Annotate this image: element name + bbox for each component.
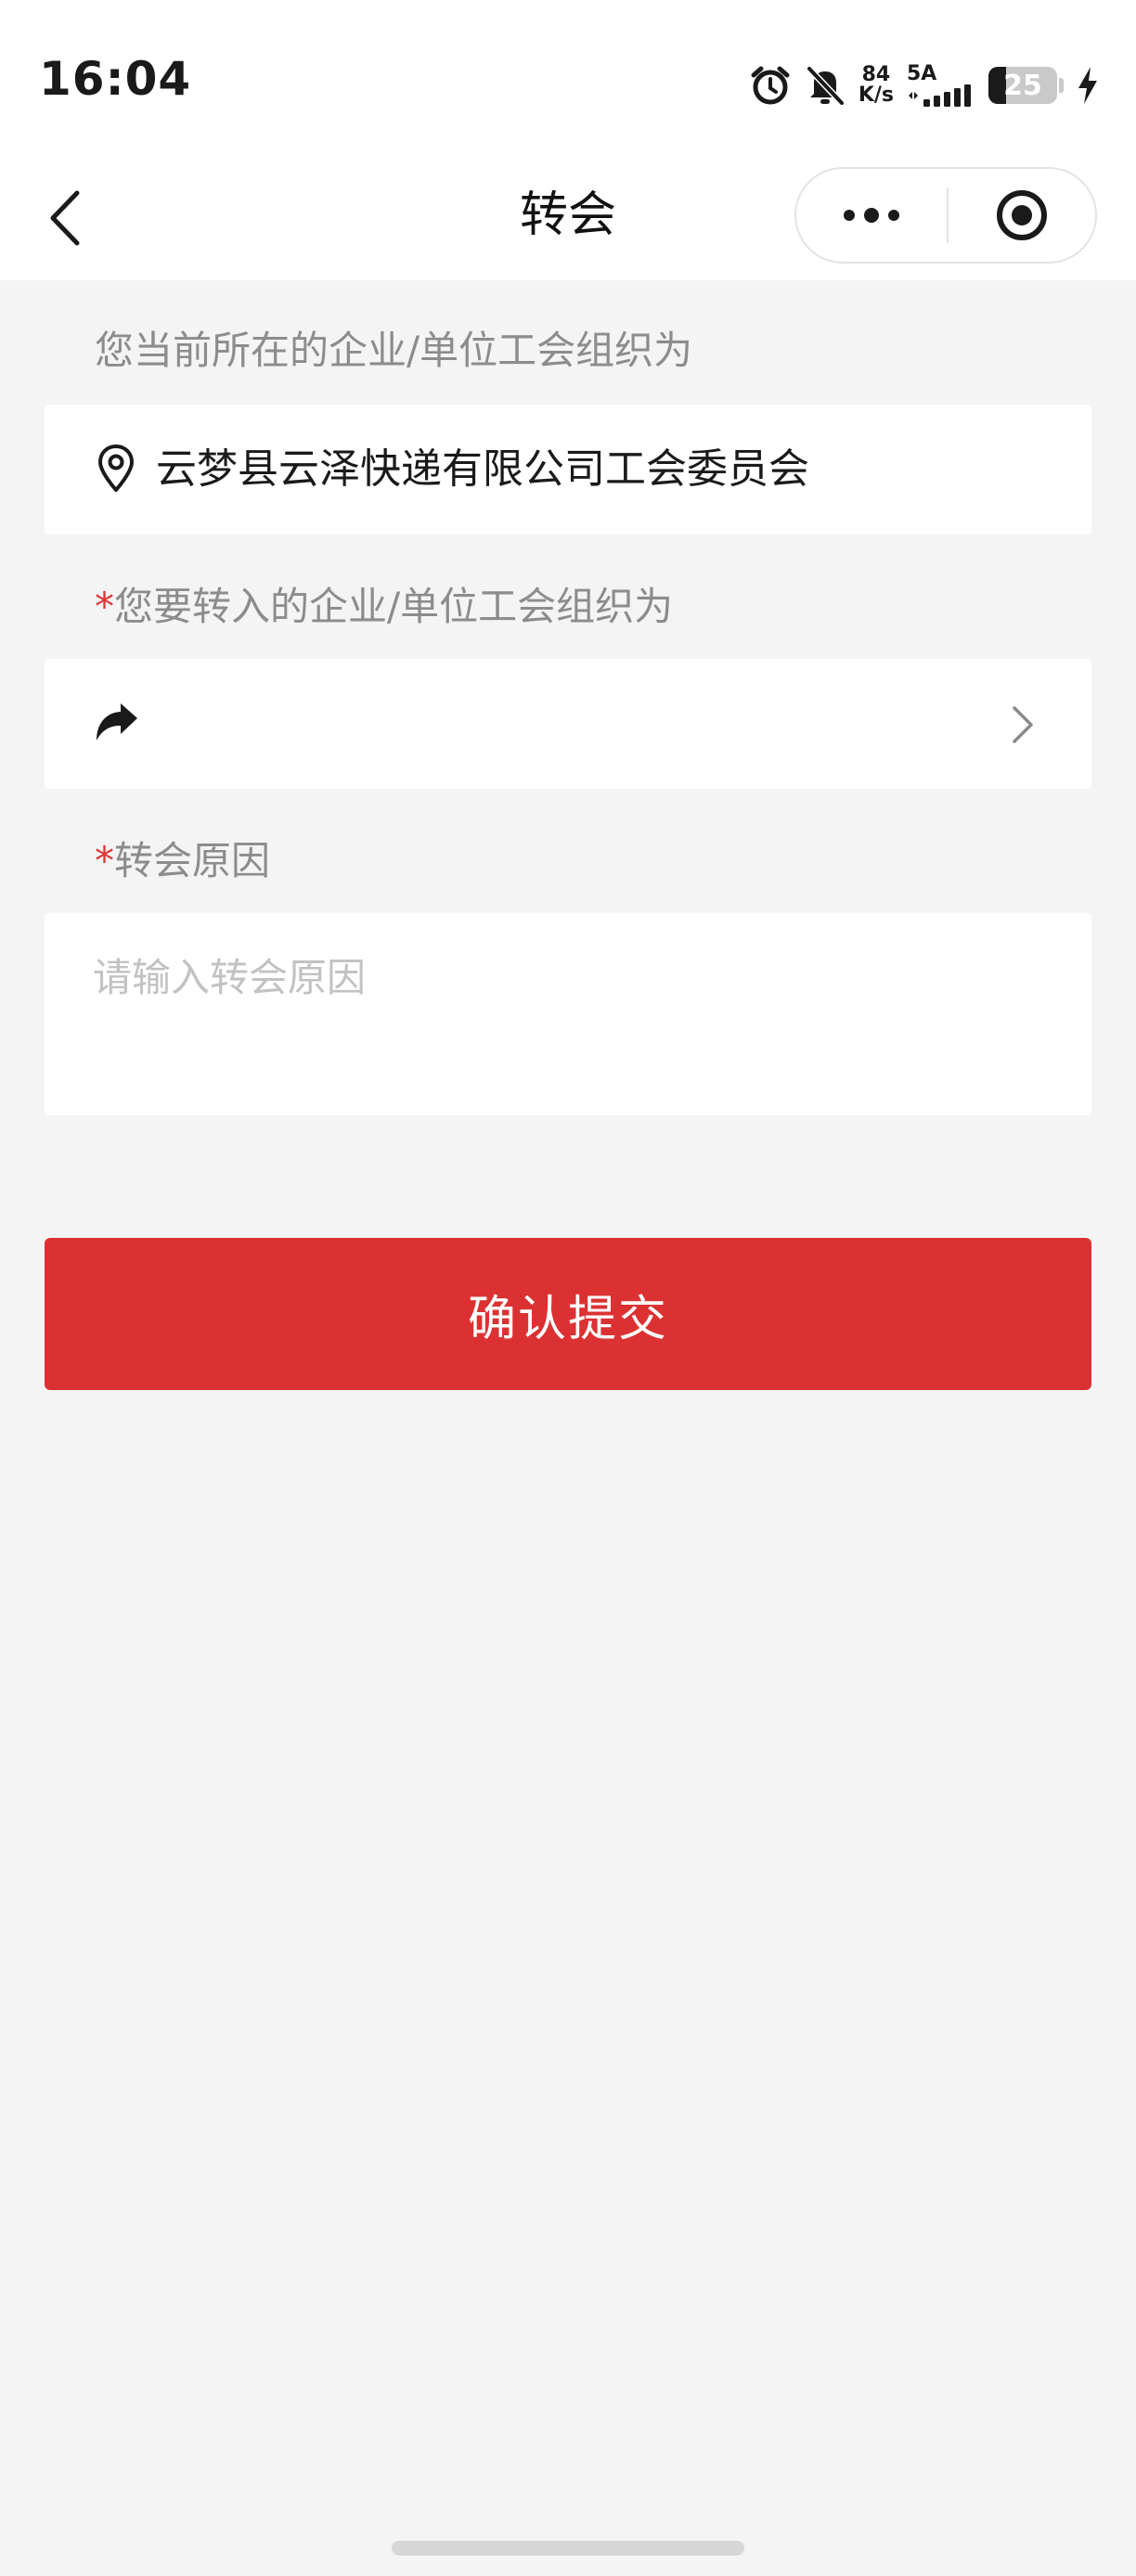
chevron-right-icon <box>1012 705 1034 748</box>
required-mark: * <box>95 838 114 883</box>
status-time: 16:04 <box>39 52 192 106</box>
home-indicator[interactable] <box>392 2541 744 2556</box>
target-org-selector[interactable] <box>45 659 1091 789</box>
network-speed-unit: K/s <box>858 84 894 107</box>
reason-label: *转会原因 <box>95 833 270 889</box>
more-button[interactable] <box>796 169 947 262</box>
required-mark: * <box>95 584 114 629</box>
close-miniprogram-button[interactable] <box>949 169 1095 262</box>
signal-bars-icon <box>909 84 971 107</box>
status-icons: 84 K/s 5A 25 <box>749 58 1099 113</box>
target-org-label-text: 您要转入的企业/单位工会组织为 <box>114 584 674 629</box>
submit-button[interactable]: 确认提交 <box>45 1238 1091 1390</box>
miniprogram-capsule <box>794 167 1097 264</box>
battery-indicator: 25 <box>988 67 1064 104</box>
nav-bar: 转会 <box>0 167 1136 280</box>
share-arrow-icon <box>95 703 139 742</box>
reason-textarea[interactable]: 请输入转会原因 <box>45 913 1091 1115</box>
target-close-icon <box>997 190 1047 240</box>
status-bar: 16:04 84 K/s 5A 25 <box>0 0 1136 167</box>
more-dots-icon <box>844 208 899 223</box>
current-org-card: 云梦县云泽快递有限公司工会委员会 <box>45 405 1091 535</box>
reason-placeholder: 请输入转会原因 <box>93 955 367 1000</box>
network-speed-value: 84 <box>861 63 891 86</box>
current-org-value: 云梦县云泽快递有限公司工会委员会 <box>156 445 809 493</box>
charging-bolt-icon <box>1077 67 1099 104</box>
location-pin-icon <box>97 444 136 494</box>
battery-level: 25 <box>1003 69 1042 102</box>
mute-bell-icon <box>805 64 846 107</box>
target-org-label: *您要转入的企业/单位工会组织为 <box>95 579 673 635</box>
signal-label: 5A <box>907 62 937 85</box>
alarm-icon <box>749 64 792 107</box>
network-speed: 84 K/s <box>858 65 894 106</box>
current-org-label: 您当前所在的企业/单位工会组织为 <box>95 328 693 373</box>
reason-label-text: 转会原因 <box>114 838 271 883</box>
signal-indicator: 5A <box>907 64 975 107</box>
battery-icon: 25 <box>988 67 1057 104</box>
